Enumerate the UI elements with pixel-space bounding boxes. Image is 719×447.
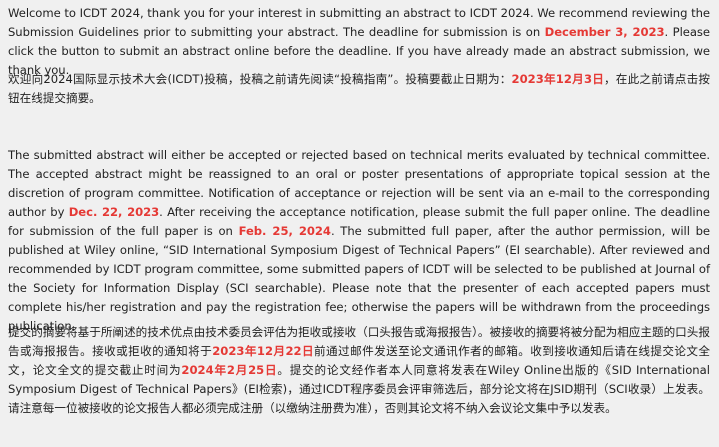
intro-paragraph-en: Welcome to ICDT 2024, thank you for your… bbox=[8, 4, 710, 80]
notification-date-en: Dec. 22, 2023 bbox=[68, 205, 160, 219]
submission-info-page: Welcome to ICDT 2024, thank you for your… bbox=[0, 0, 719, 447]
abstract-deadline-zh: 2023年12月3日 bbox=[511, 72, 605, 86]
review-paragraph-zh: 提交的摘要将基于所阐述的技术优点由技术委员会评估为拒收或接收（口头报告或海报报告… bbox=[8, 323, 710, 418]
intro-paragraph-zh: 欢迎向2024国际显示技术大会(ICDT)投稿，投稿之前请先阅读“投稿指南”。投… bbox=[8, 70, 710, 108]
full-paper-deadline-en: Feb. 25, 2024 bbox=[238, 224, 331, 238]
abstract-deadline-en: December 3, 2023 bbox=[544, 25, 665, 39]
review-paragraph-en: The submitted abstract will either be ac… bbox=[8, 146, 710, 336]
review-en-text-3: . The submitted full paper, after the au… bbox=[8, 224, 710, 333]
notification-date-zh: 2023年12月22日 bbox=[212, 344, 315, 358]
intro-zh-text: 欢迎向2024国际显示技术大会(ICDT)投稿，投稿之前请先阅读“投稿指南”。投… bbox=[8, 72, 512, 86]
full-paper-deadline-zh: 2024年2月25日 bbox=[181, 363, 278, 377]
